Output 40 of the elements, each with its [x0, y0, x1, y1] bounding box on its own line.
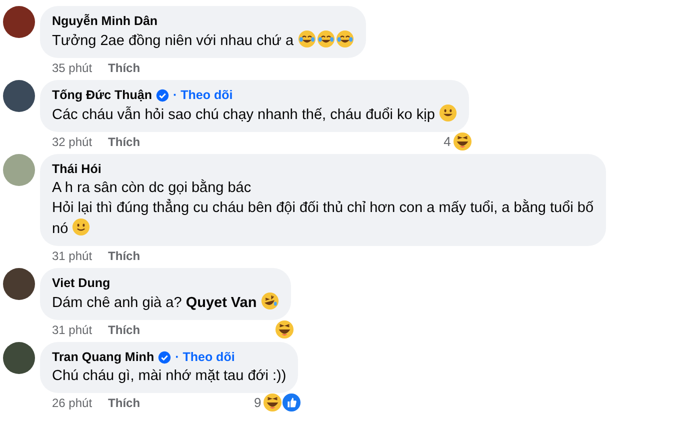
- thumbs-up-icon: [282, 393, 302, 412]
- like-link[interactable]: Thích: [108, 58, 140, 76]
- comment-text: Dám chê anh già a? Quyet Van: [52, 295, 257, 311]
- laughing-tears-emoji-icon: [316, 30, 335, 48]
- commenter-name[interactable]: Tran Quang Minh: [52, 348, 154, 367]
- comment-text: A h ra sân còn dc gọi bằng bác: [52, 180, 252, 196]
- comment-time[interactable]: 31 phút: [52, 246, 92, 264]
- follow-link[interactable]: · Theo dõi: [175, 348, 235, 367]
- like-link[interactable]: Thích: [108, 320, 140, 338]
- comment-text: Chú cháu gì, mài nhớ mặt tau đới :)): [52, 368, 286, 384]
- comment-text: Hỏi lại thì đúng thẳng cu cháu bên đội đối thủ chỉ hơn con a mấy tuổi, a bằng tuổi bố: [52, 200, 594, 216]
- reaction-count[interactable]: 9: [254, 392, 262, 412]
- reaction-count[interactable]: 4: [444, 132, 451, 152]
- commenter-name[interactable]: Nguyễn Minh Dân: [52, 12, 158, 31]
- rolling-laughing-emoji-icon: [260, 292, 279, 310]
- commenter-name[interactable]: Viet Dung: [52, 274, 110, 293]
- comment-text: nó: [52, 221, 68, 237]
- comment-time[interactable]: 26 phút: [52, 394, 92, 412]
- avatar-photo-placeholder[interactable]: [3, 342, 35, 374]
- comment-time[interactable]: 31 phút: [52, 320, 92, 338]
- comment-time[interactable]: 32 phút: [52, 132, 92, 150]
- avatar-photo-placeholder[interactable]: [3, 268, 35, 300]
- comment-text: Tưởng 2ae đồng niên với nhau chứ a: [52, 33, 294, 49]
- laughing-face-icon: [452, 132, 472, 151]
- commenter-name[interactable]: Thái Hói: [52, 160, 102, 179]
- follow-link[interactable]: · Theo dõi: [173, 86, 233, 105]
- like-link[interactable]: Thích: [108, 132, 140, 150]
- commenter-name[interactable]: Tống Đức Thuận: [52, 86, 152, 105]
- laughing-tears-emoji-icon: [298, 30, 316, 48]
- avatar-photo-placeholder[interactable]: [3, 80, 35, 112]
- comment-text: Các cháu vẫn hỏi sao chú chạy nhanh thế, cháu đuổi ko kịp: [52, 107, 435, 123]
- grinning-emoji-icon: [438, 104, 457, 122]
- avatar-photo-placeholder[interactable]: [3, 6, 35, 38]
- like-link[interactable]: Thích: [108, 246, 140, 264]
- laughing-face-icon: [263, 393, 282, 412]
- comment-time[interactable]: 35 phút: [52, 58, 92, 76]
- laughing-tears-emoji-icon: [336, 30, 354, 48]
- laughing-face-icon: [274, 320, 294, 339]
- smiling-emoji-icon: [72, 218, 90, 236]
- like-link[interactable]: Thích: [108, 394, 140, 412]
